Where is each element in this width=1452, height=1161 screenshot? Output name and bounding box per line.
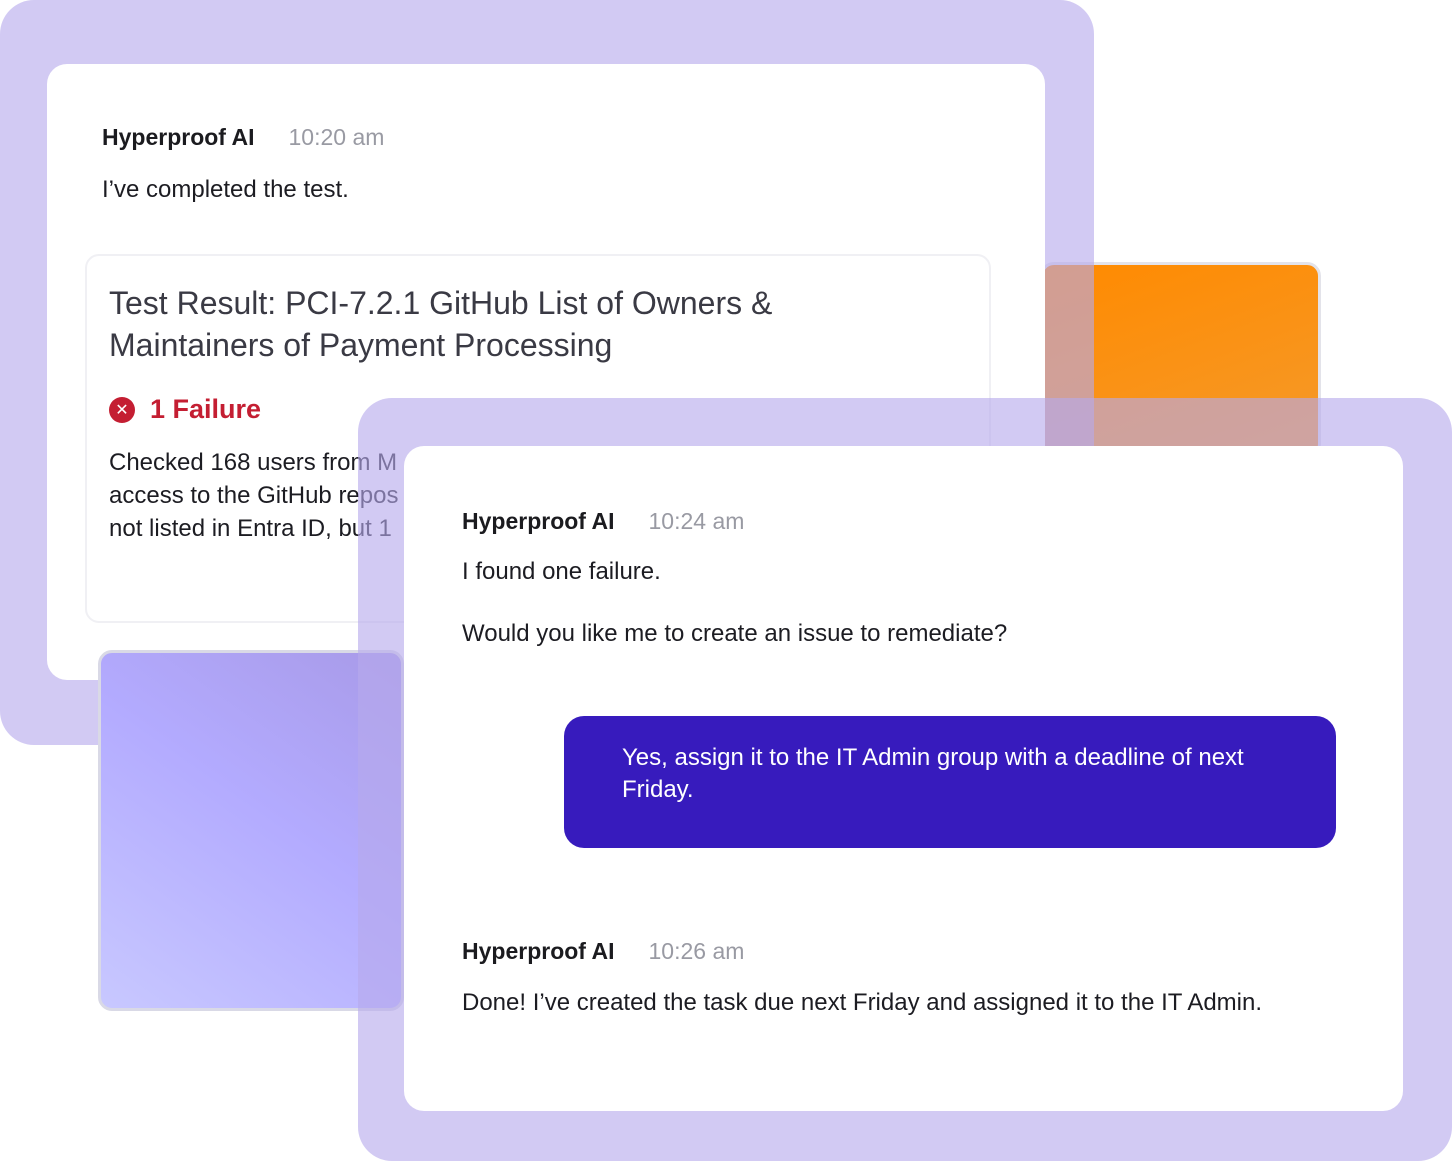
stage: Hyperproof AI 10:20 am I’ve completed th… bbox=[0, 0, 1452, 1161]
failure-status: ✕ 1 Failure bbox=[109, 394, 261, 425]
message-text: I’ve completed the test. bbox=[102, 176, 349, 203]
message-header: Hyperproof AI 10:26 am bbox=[462, 938, 744, 965]
message-header: Hyperproof AI 10:24 am bbox=[462, 508, 744, 535]
message-header: Hyperproof AI 10:20 am bbox=[102, 124, 384, 151]
message-text: Done! I’ve created the task due next Fri… bbox=[462, 989, 1263, 1016]
message-time: 10:24 am bbox=[648, 508, 745, 534]
user-reply-bubble: Yes, assign it to the IT Admin group wit… bbox=[564, 716, 1336, 848]
message-time: 10:26 am bbox=[648, 938, 745, 964]
front-chat-card: Hyperproof AI 10:24 am I found one failu… bbox=[404, 446, 1403, 1111]
x-circle-icon: ✕ bbox=[109, 396, 135, 423]
failure-count: 1 Failure bbox=[150, 394, 262, 424]
sender-name: Hyperproof AI bbox=[102, 124, 255, 150]
sender-name: Hyperproof AI bbox=[462, 508, 615, 534]
message-text: I found one failure. bbox=[462, 558, 661, 585]
test-result-title: Test Result: PCI-7.2.1 GitHub List of Ow… bbox=[109, 285, 773, 363]
message-time: 10:20 am bbox=[288, 124, 385, 150]
message-text: Would you like me to create an issue to … bbox=[462, 620, 1008, 647]
sender-name: Hyperproof AI bbox=[462, 938, 615, 964]
user-reply-text: Yes, assign it to the IT Admin group wit… bbox=[622, 744, 1244, 803]
